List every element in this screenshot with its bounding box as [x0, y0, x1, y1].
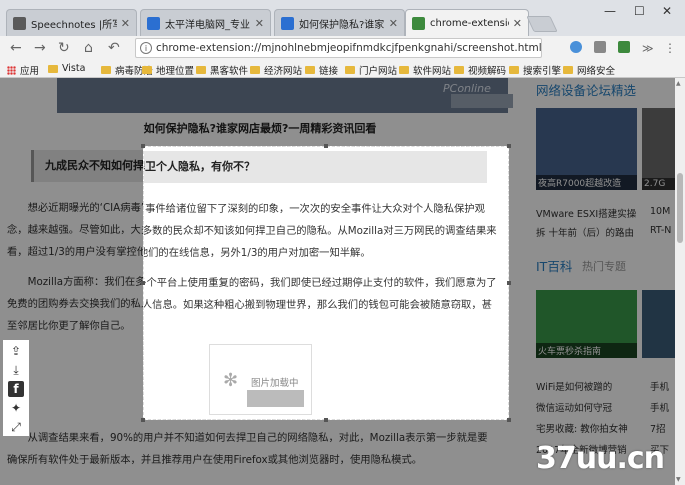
resize-handle[interactable]: [507, 281, 511, 285]
resize-handle[interactable]: [507, 144, 511, 148]
tab-title: chrome-extension://m: [430, 17, 509, 29]
tab-strip: Speechnotes |所写记 ✕ 太平洋电脑网_专业IT门 ✕ 如何保护隐私…: [0, 0, 685, 36]
address-bar[interactable]: i chrome-extension://mjnohlnebmjeopifnmd…: [135, 38, 542, 58]
minimize-icon[interactable]: —: [604, 4, 616, 18]
resize-handle[interactable]: [324, 144, 328, 148]
image-loading-text: 图片加载中: [251, 378, 299, 389]
shield-icon[interactable]: [594, 41, 606, 53]
folder-icon: [101, 66, 111, 74]
close-tab-icon[interactable]: ✕: [513, 17, 522, 30]
bookmark-folder[interactable]: 黑客软件: [196, 63, 248, 77]
tab-pconline[interactable]: 太平洋电脑网_专业IT门 ✕: [140, 9, 271, 36]
bookmark-item[interactable]: Vista: [48, 63, 85, 74]
loading-spinner-icon: ✻: [223, 370, 239, 391]
close-tab-icon[interactable]: ✕: [121, 17, 130, 30]
folder-icon: [563, 66, 573, 74]
tab-speechnotes[interactable]: Speechnotes |所写记 ✕: [6, 9, 137, 36]
info-icon[interactable]: i: [140, 42, 152, 54]
extension-menu-icon[interactable]: ≫: [642, 41, 654, 57]
tab-title: 如何保护隐私?谁家网店: [299, 19, 385, 31]
pconline-favicon-icon: [147, 16, 160, 30]
browser-toolbar: ← → ↻ ⌂ ↶ i chrome-extension://mjnohlneb…: [0, 36, 685, 60]
tab-title: Speechnotes |所写记: [31, 19, 117, 31]
new-tab-button[interactable]: [526, 16, 558, 32]
extension-circle-icon[interactable]: [570, 41, 582, 53]
loading-gray-bar: [247, 390, 304, 407]
twitter-icon[interactable]: ✦: [8, 400, 24, 416]
facebook-icon[interactable]: f: [8, 381, 24, 397]
tab-title: 太平洋电脑网_专业IT门: [165, 19, 251, 31]
close-tab-icon[interactable]: ✕: [389, 17, 398, 30]
bookmarks-bar: 应用 Vista 病毒防治 地理位置 黑客软件 经济网站 链接 门户网站 软件网…: [0, 60, 685, 78]
folder-icon: [454, 66, 464, 74]
bookmark-folder[interactable]: 网络安全: [563, 63, 615, 77]
scrollbar-thumb[interactable]: [677, 173, 683, 243]
page-scrollbar[interactable]: ▲ ▼: [675, 78, 685, 485]
resize-handle[interactable]: [324, 418, 328, 422]
pconline-favicon-icon: [281, 16, 294, 30]
section-heading: 九成民众不知如何捍卫个人隐私，有你不？: [144, 151, 487, 183]
bookmark-folder[interactable]: 地理位置: [142, 63, 194, 77]
screenshot-selection-area[interactable]: 九成民众不知如何捍卫个人隐私，有你不？ 想必近期曝光的‘CIA病毒’事件给诸位留…: [143, 146, 509, 420]
article-paragraph: Mozilla方面称：我们在多个平台上使用重复的密码，我们即使已经过期停止支付的…: [144, 277, 497, 311]
close-icon[interactable]: ✕: [662, 4, 672, 18]
resize-handle[interactable]: [507, 418, 511, 422]
forward-arrow-icon[interactable]: →: [34, 40, 46, 56]
image-favicon-icon: [412, 16, 425, 30]
bookmark-folder[interactable]: 门户网站: [345, 63, 397, 77]
resize-handle[interactable]: [141, 144, 145, 148]
resize-handle[interactable]: [141, 418, 145, 422]
bookmark-folder[interactable]: 搜索引擎: [509, 63, 561, 77]
screenshot-extension-icon[interactable]: [618, 41, 630, 53]
share-toolbar: ⇪ ⤓ f ✦ ⤢: [3, 340, 29, 436]
folder-icon: [345, 66, 355, 74]
article-paragraph: 想必近期曝光的‘CIA病毒’事件给诸位留下了深刻的印象，一次次的安全事件让大众对…: [144, 203, 497, 259]
selection-content: 九成民众不知如何捍卫个人隐私，有你不？ 想必近期曝光的‘CIA病毒’事件给诸位留…: [144, 147, 508, 419]
folder-icon: [399, 66, 409, 74]
apps-grid-icon: [7, 65, 16, 75]
folder-icon: [509, 66, 519, 74]
bookmark-folder[interactable]: 链接: [305, 63, 338, 77]
undo-icon[interactable]: ↶: [108, 40, 120, 56]
more-menu-icon[interactable]: ⋮: [664, 40, 676, 56]
folder-icon: [142, 66, 152, 74]
url-text[interactable]: chrome-extension://mjnohlnebmjeopifnmdkc…: [156, 42, 541, 54]
download-icon[interactable]: ⤓: [8, 362, 24, 378]
bookmark-folder[interactable]: 软件网站: [399, 63, 451, 77]
tab-screenshot-active[interactable]: chrome-extension://m ✕: [405, 9, 529, 36]
tab-article[interactable]: 如何保护隐私?谁家网店 ✕: [274, 9, 405, 36]
close-tab-icon[interactable]: ✕: [255, 17, 264, 30]
folder-icon: [196, 66, 206, 74]
site-watermark: 37uu.cn: [536, 441, 665, 476]
bookmark-folder[interactable]: 视频解码: [454, 63, 506, 77]
scroll-down-icon[interactable]: ▼: [676, 476, 681, 483]
speechnotes-favicon-icon: [13, 16, 26, 30]
bookmark-apps[interactable]: 应用: [7, 63, 39, 77]
folder-icon: [48, 64, 58, 73]
home-icon[interactable]: ⌂: [84, 40, 93, 56]
maximize-icon[interactable]: ☐: [634, 4, 645, 18]
folder-icon: [305, 66, 315, 74]
reload-icon[interactable]: ↻: [58, 40, 70, 56]
folder-icon: [250, 66, 260, 74]
bookmark-folder[interactable]: 经济网站: [250, 63, 302, 77]
image-loading-placeholder: ✻ 图片加载中: [209, 344, 312, 415]
back-arrow-icon[interactable]: ←: [10, 40, 22, 56]
resize-handle[interactable]: [141, 281, 145, 285]
expand-icon[interactable]: ⤢: [8, 419, 24, 435]
upload-icon[interactable]: ⇪: [8, 343, 24, 359]
scroll-up-icon[interactable]: ▲: [676, 80, 681, 87]
